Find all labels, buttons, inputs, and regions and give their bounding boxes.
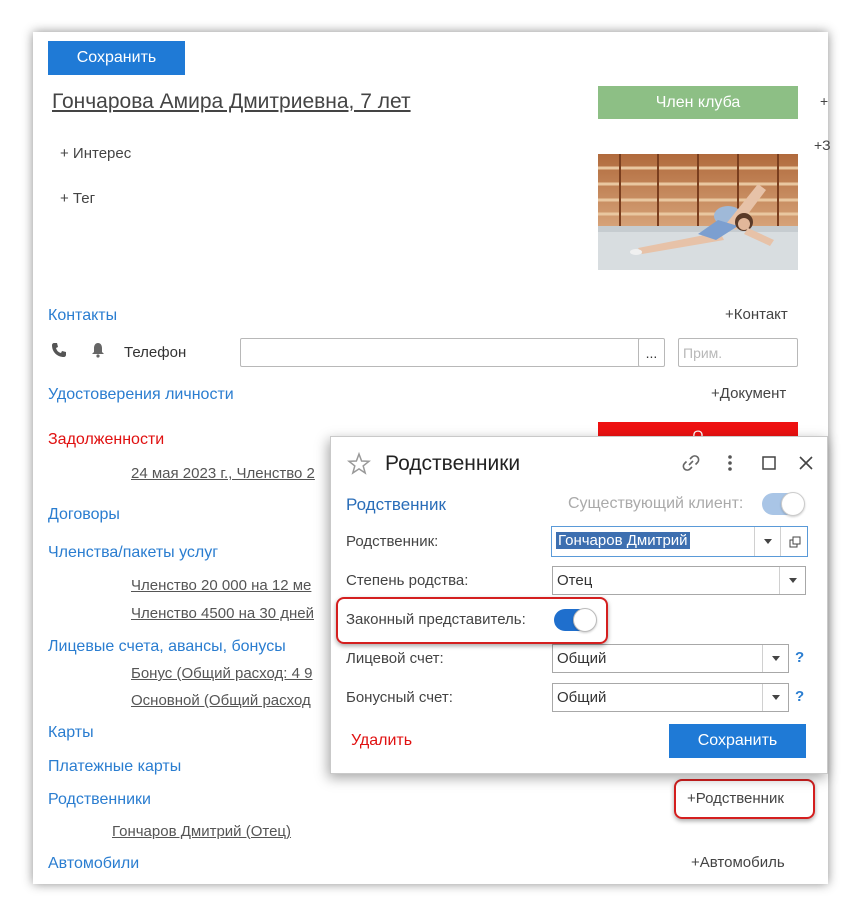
account-label: Лицевой счет: (346, 650, 444, 667)
relative-section-title: Родственник (346, 495, 446, 514)
account-value: Общий (557, 650, 607, 667)
relation-dropdown-arrow[interactable] (779, 567, 805, 594)
account-item[interactable]: Основной (Общий расход (131, 692, 311, 709)
relative-label: Родственник: (346, 533, 439, 550)
more-icon[interactable] (725, 453, 735, 473)
cut-off-plus-2[interactable]: +З (814, 137, 831, 153)
phone-note-placeholder: Прим. (683, 345, 723, 361)
delete-button[interactable]: Удалить (351, 732, 412, 750)
bonus-dropdown-arrow[interactable] (762, 684, 788, 711)
save-button[interactable]: Сохранить (48, 41, 185, 75)
cars-section-title[interactable]: Автомобили (48, 855, 139, 873)
close-icon[interactable] (798, 455, 814, 471)
dialog-title: Родственники (385, 452, 521, 475)
phone-select-button[interactable]: ... (638, 338, 665, 367)
debt-item[interactable]: 24 мая 2023 г., Членство 2 (131, 465, 315, 482)
club-member-badge[interactable]: Член клуба (598, 86, 798, 119)
add-interest-link[interactable]: + Интерес (60, 145, 131, 162)
gymnast-photo-image (598, 154, 798, 270)
existing-client-toggle-knob (781, 492, 805, 516)
accounts-section-title[interactable]: Лицевые счета, авансы, бонусы (48, 638, 286, 656)
relative-select[interactable]: Гончаров Дмитрий (551, 526, 808, 557)
account-item[interactable]: Бонус (Общий расход: 4 9 (131, 665, 312, 682)
debts-section-title[interactable]: Задолженности (48, 431, 164, 449)
add-tag-link[interactable]: + Тег (60, 190, 95, 207)
existing-client-toggle[interactable] (762, 492, 805, 516)
client-photo[interactable] (598, 154, 798, 270)
dialog-save-button[interactable]: Сохранить (669, 724, 806, 758)
relative-dropdown-arrow[interactable] (754, 527, 780, 556)
phone-icon[interactable] (51, 342, 67, 358)
add-relative-highlight (674, 779, 815, 819)
phone-note-input[interactable]: Прим. (678, 338, 798, 367)
relatives-section-title[interactable]: Родственники (48, 791, 151, 809)
legal-representative-highlight (336, 597, 608, 644)
relation-degree-value: Отец (557, 572, 593, 589)
add-car-link[interactable]: +Автомобиль (691, 854, 785, 871)
relation-degree-label: Степень родства: (346, 572, 469, 589)
maximize-icon[interactable] (762, 456, 776, 470)
payment-cards-section-title[interactable]: Платежные карты (48, 758, 181, 776)
cards-section-title[interactable]: Карты (48, 724, 94, 742)
bonus-help-icon[interactable]: ? (795, 688, 804, 705)
phone-input[interactable] (240, 338, 640, 367)
bonus-account-label: Бонусный счет: (346, 689, 453, 706)
contacts-section-title[interactable]: Контакты (48, 307, 117, 325)
bonus-account-value: Общий (557, 689, 607, 706)
link-icon[interactable] (681, 453, 701, 473)
membership-item[interactable]: Членство 4500 на 30 дней (131, 605, 314, 622)
memberships-section-title[interactable]: Членства/пакеты услуг (48, 544, 218, 562)
account-select[interactable]: Общий (552, 644, 789, 673)
membership-item[interactable]: Членство 20 000 на 12 ме (131, 577, 311, 594)
bonus-account-select[interactable]: Общий (552, 683, 789, 712)
phone-label: Телефон (124, 344, 187, 361)
add-document-link[interactable]: +Документ (711, 385, 786, 402)
open-relative-icon[interactable] (780, 527, 808, 556)
account-help-icon[interactable]: ? (795, 649, 804, 666)
bell-icon[interactable] (90, 342, 106, 358)
contracts-section-title[interactable]: Договоры (48, 506, 120, 524)
star-icon[interactable] (346, 451, 372, 476)
relative-value: Гончаров Дмитрий (556, 532, 690, 549)
account-dropdown-arrow[interactable] (762, 645, 788, 672)
cut-off-plus-1[interactable]: + (820, 93, 828, 109)
client-name[interactable]: Гончарова Амира Дмитриевна, 7 лет (52, 90, 411, 114)
add-contact-link[interactable]: +Контакт (725, 306, 788, 323)
relative-item[interactable]: Гончаров Дмитрий (Отец) (112, 823, 291, 840)
existing-client-label: Существующий клиент: (568, 495, 744, 512)
identity-docs-section-title[interactable]: Удостоверения личности (48, 386, 234, 404)
relation-degree-select[interactable]: Отец (552, 566, 806, 595)
